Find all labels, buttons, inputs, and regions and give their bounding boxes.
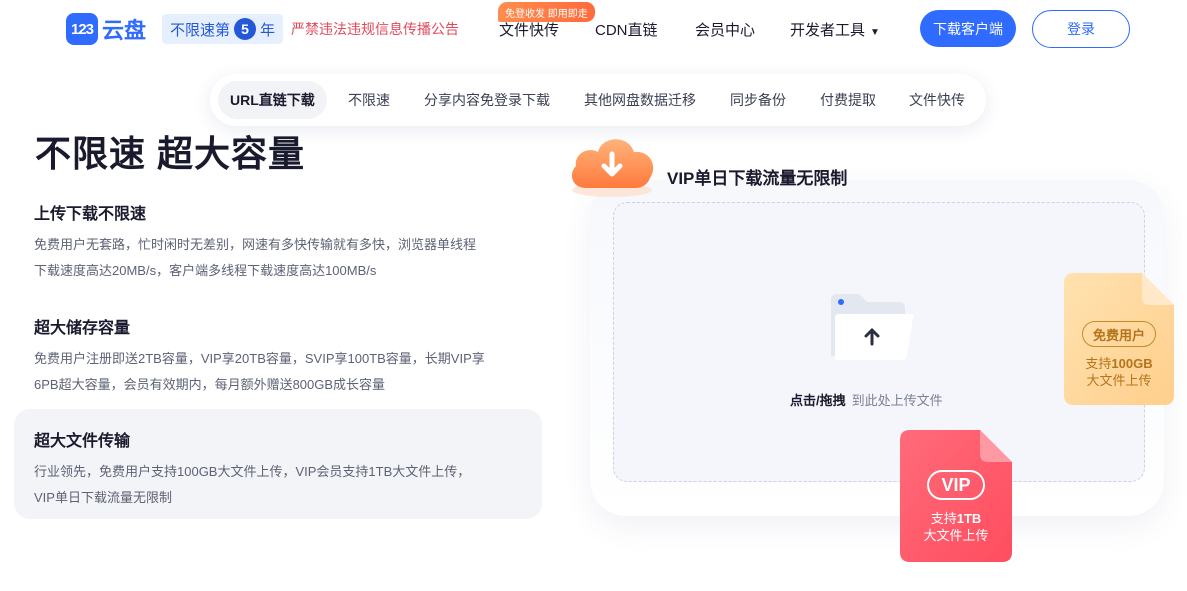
illustration-title: VIP单日下载流量无限制	[667, 169, 848, 188]
free-user-badge: 免费用户	[1081, 321, 1156, 347]
feature-desc-line: 免费用户注册即送2TB容量，VIP享20TB容量，SVIP享100TB容量，长期…	[34, 351, 485, 366]
cloud-download-icon	[571, 139, 654, 197]
feature-item-large-file[interactable]: 超大文件传输 行业领先，免费用户支持100GB大文件上传，VIP会员支持1TB大…	[14, 409, 542, 519]
feature-desc-line: 下载速度高达20MB/s，客户端多线程下载速度高达100MB/s	[34, 263, 377, 278]
upload-hint-text: 到此处上传文件	[851, 393, 943, 408]
feature-title: 超大储存容量	[34, 320, 131, 337]
logo-badge: 123	[66, 13, 98, 45]
upload-action-label: 点击/拖拽	[790, 393, 846, 408]
free-card-line1: 支持100GB	[1085, 355, 1152, 372]
tab-sync-backup[interactable]: 同步备份	[718, 81, 798, 119]
vip-card-line1-bold: 1TB	[956, 511, 982, 526]
feature-title: 超大文件传输	[34, 433, 131, 450]
feature-desc-line: 6PB超大容量，会员有效期内，每月额外赠送800GB成长容量	[34, 377, 386, 392]
tab-file-transfer[interactable]: 文件快传	[897, 81, 977, 119]
upload-hint: 点击/拖拽 到此处上传文件	[790, 390, 943, 409]
feature-desc-line: 行业领先，免费用户支持100GB大文件上传，VIP会员支持1TB大文件上传，	[34, 464, 471, 479]
nav-cdn[interactable]: CDN直链	[595, 19, 658, 40]
free-card-line1-prefix: 支持	[1085, 356, 1112, 371]
feature-title: 上传下载不限速	[34, 206, 147, 223]
free-user-card: 免费用户 支持100GB 大文件上传	[1064, 273, 1174, 405]
speed-pill-prefix: 不限速第	[170, 21, 231, 39]
login-button[interactable]: 登录	[1032, 10, 1130, 48]
tab-paid-extract[interactable]: 付费提取	[808, 81, 888, 119]
feature-tab-bar: URL直链下载 不限速 分享内容免登录下载 其他网盘数据迁移 同步备份 付费提取…	[210, 74, 986, 126]
notice-link[interactable]: 严禁违法违规信息传播公告	[291, 19, 459, 39]
nav-file-transfer[interactable]: 文件快传	[499, 19, 559, 40]
page-headline: 不限速 超大容量	[35, 133, 306, 174]
logo-text: 云盘	[102, 18, 147, 43]
vip-card-content: VIP 支持1TB 大文件上传	[900, 430, 1012, 562]
tab-share-no-login[interactable]: 分享内容免登录下载	[412, 81, 562, 119]
folder-upload-icon[interactable]	[829, 292, 915, 362]
nav-developer-tools[interactable]: 开发者工具 ▼	[790, 19, 880, 40]
speed-pill-number: 5	[234, 18, 257, 40]
free-card-content: 免费用户 支持100GB 大文件上传	[1064, 273, 1174, 405]
vip-card-line1: 支持1TB	[931, 510, 982, 527]
free-card-line2: 大文件上传	[1086, 373, 1152, 388]
nav-developer-label: 开发者工具	[790, 22, 866, 39]
feature-item-storage[interactable]: 超大储存容量 免费用户注册即送2TB容量，VIP享20TB容量，SVIP享100…	[14, 296, 542, 396]
download-client-button[interactable]: 下载客户端	[920, 10, 1016, 47]
logo[interactable]: 123 云盘	[66, 13, 146, 45]
top-header: 123 云盘 不限速第 5 年 严禁违法违规信息传播公告 免登收发 即用即走 文…	[0, 0, 1187, 58]
tab-data-migration[interactable]: 其他网盘数据迁移	[572, 81, 708, 119]
vip-card: VIP 支持1TB 大文件上传	[900, 430, 1012, 562]
speed-pill: 不限速第 5 年	[162, 14, 284, 44]
vip-card-line2: 大文件上传	[923, 528, 989, 543]
nav-member-center[interactable]: 会员中心	[695, 19, 755, 40]
tab-url-direct-download[interactable]: URL直链下载	[218, 81, 327, 119]
speed-pill-suffix: 年	[260, 21, 276, 39]
vip-card-line1-prefix: 支持	[930, 511, 957, 526]
chevron-down-icon: ▼	[870, 27, 880, 38]
vip-badge: VIP	[927, 470, 985, 500]
tab-unlimited-speed[interactable]: 不限速	[336, 81, 402, 119]
free-card-line1-bold: 100GB	[1111, 356, 1153, 371]
feature-desc-line: 免费用户无套路，忙时闲时无差别，网速有多快传输就有多快，浏览器单线程	[34, 237, 477, 252]
feature-item-speed[interactable]: 上传下载不限速 免费用户无套路，忙时闲时无差别，网速有多快传输就有多快，浏览器单…	[14, 182, 542, 282]
feature-desc-line: VIP单日下载流量无限制	[34, 490, 172, 505]
